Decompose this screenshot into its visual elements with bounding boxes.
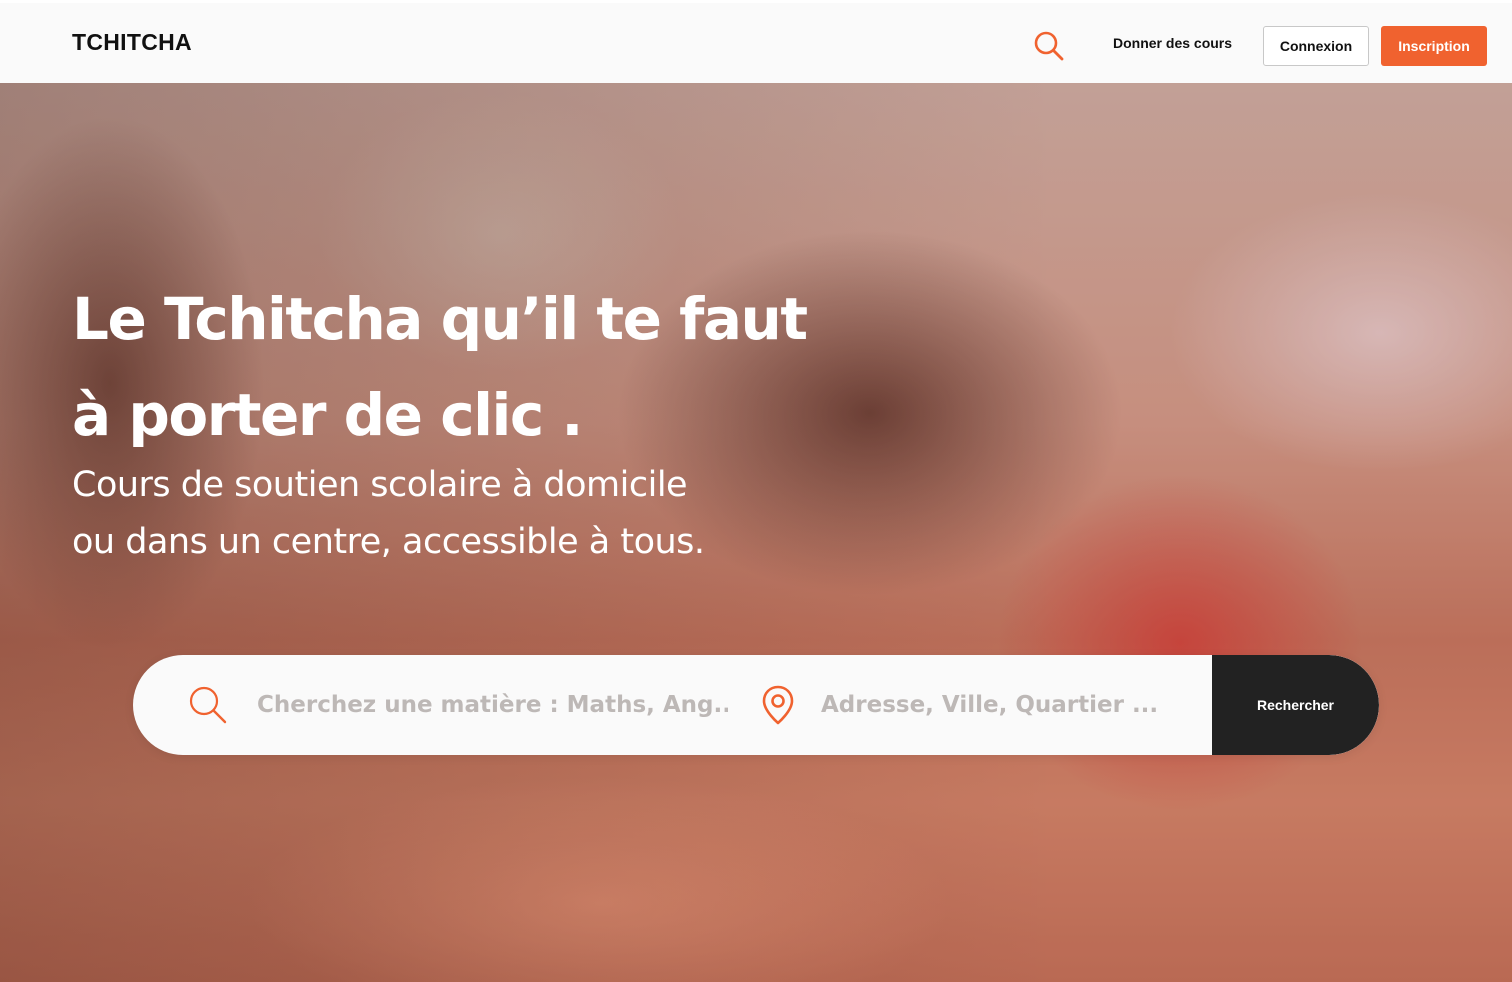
location-input[interactable] — [821, 692, 1201, 718]
teach-link[interactable]: Donner des cours — [1113, 35, 1232, 51]
signup-button[interactable]: Inscription — [1381, 26, 1487, 66]
search-icon[interactable] — [1033, 30, 1065, 62]
hero-title: Le Tchitcha qu’il te faut à porter de cl… — [72, 271, 972, 463]
logo[interactable]: TCHITCHA — [72, 29, 192, 56]
login-button[interactable]: Connexion — [1263, 26, 1369, 66]
hero-title-line: Le Tchitcha qu’il te faut — [72, 285, 808, 353]
hero-subtitle-line: Cours de soutien scolaire à domicile — [72, 465, 688, 505]
search-submit-button[interactable]: Rechercher — [1212, 655, 1379, 755]
top-navbar: TCHITCHA Donner des cours Connexion Insc… — [0, 0, 1512, 83]
hero-subtitle-line: ou dans un centre, accessible à tous. — [72, 522, 705, 562]
search-bar: Rechercher — [133, 655, 1379, 755]
map-pin-icon — [762, 685, 794, 725]
hero-subtitle: Cours de soutien scolaire à domicile ou … — [72, 457, 872, 571]
hero-title-line: à porter de clic . — [72, 381, 583, 449]
subject-field — [188, 655, 728, 755]
hero-section: Le Tchitcha qu’il te faut à porter de cl… — [0, 83, 1512, 982]
subject-search-input[interactable] — [257, 692, 728, 718]
location-field — [761, 655, 1201, 755]
search-icon — [189, 686, 227, 724]
